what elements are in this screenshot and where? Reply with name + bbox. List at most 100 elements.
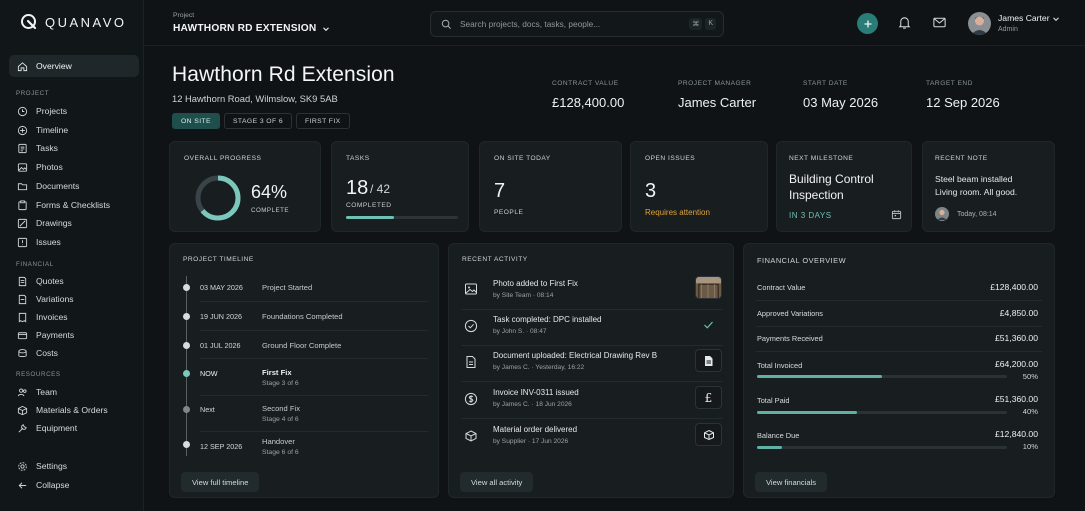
timeline-row[interactable]: 19 JUN 2026 Foundations Completed [170, 309, 410, 337]
fin-value: £12,840.00 [994, 429, 1038, 439]
project-name: HAWTHORN RD EXTENSION [173, 23, 317, 34]
dollar-circle-icon [464, 392, 478, 406]
coins-icon [18, 348, 27, 357]
progress-card[interactable]: OVERALL PROGRESS 64% COMPLETE [169, 141, 321, 232]
activity-title: Photo added to First Fix [493, 279, 578, 288]
user-role: Admin [998, 26, 1018, 33]
timeline-row[interactable]: Next Second Fix Stage 4 of 6 [170, 402, 410, 430]
activity-time: 18 Jun 2026 [535, 401, 572, 408]
project-switcher[interactable]: HAWTHORN RD EXTENSION [173, 23, 330, 34]
chevron-down-icon[interactable] [1052, 15, 1060, 23]
onsite-value: 7 [494, 180, 506, 202]
fin-percent: 50% [1022, 372, 1038, 381]
timeline-dot [183, 342, 190, 349]
issues-warning: Requires attention [645, 208, 710, 217]
onsite-card[interactable]: ON SITE TODAY 7 PEOPLE [479, 141, 622, 232]
photo-thumbnail[interactable] [695, 276, 722, 299]
folder-icon [17, 182, 28, 190]
timeline-date: 03 MAY 2026 [200, 283, 243, 292]
issue-icon [17, 237, 28, 247]
sidebar-item-label: Invoices [36, 312, 68, 322]
search-input[interactable]: Search projects, docs, tasks, people... … [430, 11, 724, 37]
check-circle-icon [464, 319, 478, 333]
fin-value: £4,850.00 [999, 308, 1038, 318]
search-placeholder: Search projects, docs, tasks, people... [460, 19, 601, 29]
view-full-timeline-button[interactable]: View full timeline [181, 472, 260, 492]
activity-author: by John S. [493, 328, 525, 335]
clipboard-icon [18, 199, 27, 210]
fin-value: £51,360.00 [994, 333, 1038, 343]
sidebar-item-equipment[interactable]: Equipment [9, 417, 139, 439]
sidebar-item-label: Equipment [36, 423, 78, 433]
panel-title: RECENT ACTIVITY [462, 256, 528, 263]
view-all-activity-button[interactable]: View all activity [460, 472, 534, 492]
bell-icon[interactable] [897, 15, 912, 30]
invoice-preview-button[interactable]: £ [695, 386, 722, 409]
plus-icon [864, 20, 871, 27]
timeline-dot [183, 313, 190, 320]
app-logo[interactable]: QUANAVO [20, 13, 127, 31]
issues-value: 3 [645, 180, 657, 202]
sidebar-item-overview[interactable]: Overview [9, 55, 139, 77]
meta-label-start: START DATE [803, 80, 848, 87]
order-preview-button[interactable] [695, 423, 722, 446]
sidebar-item-label: Projects [36, 106, 68, 116]
sidebar-collapse-button[interactable]: Collapse [9, 474, 139, 496]
activity-row[interactable]: Photo added to First Fix by Site Team · … [449, 276, 725, 306]
timeline-row[interactable]: 03 MAY 2026 Project Started [170, 280, 410, 308]
progress-sub: COMPLETE [251, 207, 290, 214]
sidebar-item-label: Payments [36, 330, 75, 340]
box-icon [703, 429, 714, 440]
fin-progress-bar [757, 411, 1007, 414]
note-text-line2: Living room. All good. [935, 187, 1018, 197]
chevron-down-icon [323, 26, 330, 31]
activity-row[interactable]: Invoice INV-0311 issued by James C. · 18… [449, 385, 725, 415]
add-button[interactable] [857, 13, 878, 34]
meta-label-manager: PROJECT MANAGER [678, 80, 752, 87]
timeline-sub: Stage 3 of 6 [262, 380, 299, 387]
document-preview-button[interactable] [695, 349, 722, 372]
sidebar-item-costs[interactable]: Costs [9, 342, 139, 364]
mail-icon[interactable] [932, 15, 947, 30]
sidebar-item-label: Variations [36, 294, 74, 304]
divider [461, 418, 723, 419]
activity-row[interactable]: Document uploaded: Electrical Drawing Re… [449, 348, 725, 378]
delivery-icon [465, 430, 477, 442]
timeline-row-current[interactable]: NOW First Fix Stage 3 of 6 [170, 366, 410, 394]
sidebar-item-label: Overview [36, 61, 72, 71]
timeline-panel: PROJECT TIMELINE 03 MAY 2026 Project Sta… [169, 243, 439, 498]
activity-time: Yesterday, 16:22 [535, 364, 585, 371]
activity-author: by James C. [493, 401, 530, 408]
invoice-icon [18, 312, 27, 322]
issues-card[interactable]: OPEN ISSUES 3 Requires attention [630, 141, 768, 232]
tasks-done: 18 [346, 177, 369, 199]
timeline-row[interactable]: 01 JUL 2026 Ground Floor Complete [170, 338, 410, 366]
milestone-title-line1: Building Control [789, 172, 874, 186]
sidebar-item-issues[interactable]: Issues [9, 231, 139, 253]
timeline-row[interactable]: 12 SEP 2026 Handover Stage 6 of 6 [170, 437, 410, 465]
activity-row[interactable]: Task completed: DPC installed by John S.… [449, 312, 725, 342]
user-avatar[interactable] [968, 12, 991, 35]
note-author-avatar [935, 207, 949, 221]
file-icon [705, 355, 713, 366]
milestone-card[interactable]: NEXT MILESTONE Building Control Inspecti… [776, 141, 912, 232]
sidebar-item-label: Tasks [36, 143, 58, 153]
activity-time: 08:47 [530, 328, 547, 335]
tasks-progress-fill [346, 216, 394, 219]
tasks-card[interactable]: TASKS 18 / 42 COMPLETED [331, 141, 469, 232]
phase-badge: FIRST FIX [296, 113, 350, 129]
activity-title: Document uploaded: Electrical Drawing Re… [493, 351, 658, 360]
timeline-icon [17, 125, 28, 135]
note-card[interactable]: RECENT NOTE Steel beam installed Living … [922, 141, 1055, 232]
activity-row[interactable]: Material order delivered by Supplier · 1… [449, 422, 725, 452]
calendar-icon[interactable] [891, 209, 902, 220]
fin-label: Balance Due [757, 431, 800, 440]
image-icon [17, 162, 28, 172]
timeline-text: Handover [262, 437, 295, 446]
view-financials-button[interactable]: View financials [755, 472, 828, 492]
quanavo-logo-icon [21, 14, 37, 30]
timeline-sub: Stage 6 of 6 [262, 449, 299, 456]
fin-percent: 40% [1022, 407, 1038, 416]
user-name[interactable]: James Carter [998, 13, 1050, 23]
activity-meta: by James C. · Yesterday, 16:22 [493, 364, 585, 371]
